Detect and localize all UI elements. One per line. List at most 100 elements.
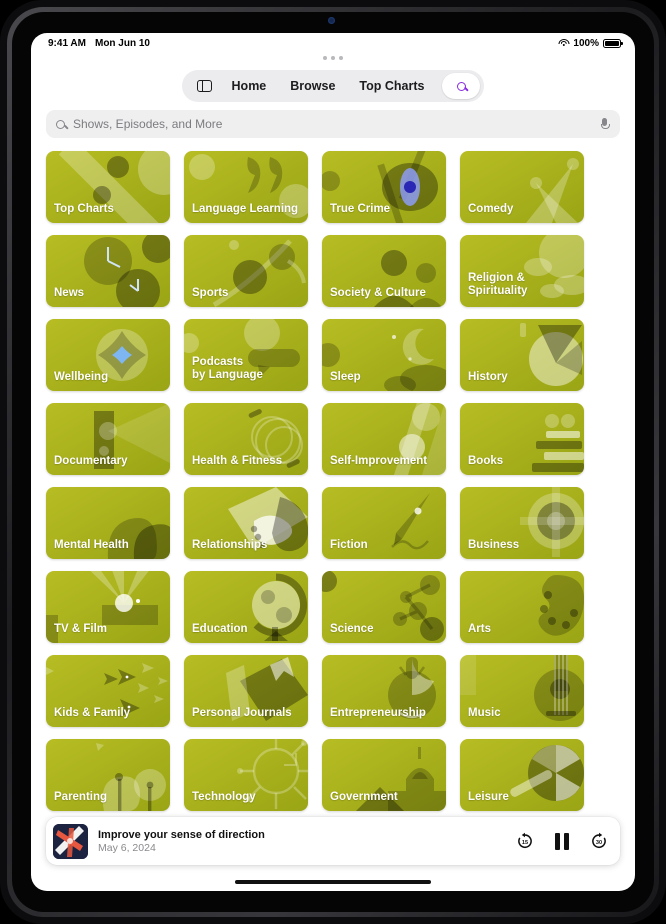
- navigation-bar-container: Home Browse Top Charts: [31, 53, 635, 106]
- front-camera-icon: [328, 17, 335, 24]
- category-tile-mental-health[interactable]: Mental Health: [46, 487, 170, 559]
- category-label: Mental Health: [54, 539, 129, 551]
- category-label: Science: [330, 623, 374, 635]
- category-label: TV & Film: [54, 623, 108, 635]
- episode-date: May 6, 2024: [98, 841, 156, 854]
- episode-artwork: [53, 823, 88, 859]
- category-tile-relationships[interactable]: Relationships: [184, 487, 308, 559]
- category-tile-business[interactable]: Business: [460, 487, 584, 559]
- category-label: Self-Improvement: [330, 455, 428, 467]
- skip-back-15-icon[interactable]: 15: [516, 832, 534, 850]
- category-label: Business: [468, 539, 520, 551]
- player-controls: 15 30: [516, 832, 608, 850]
- category-label: News: [54, 287, 85, 299]
- search-input[interactable]: Shows, Episodes, and More: [73, 117, 601, 131]
- category-label: True Crime: [330, 203, 391, 215]
- category-tile-fiction[interactable]: Fiction: [322, 487, 446, 559]
- category-label: Technology: [192, 791, 256, 803]
- tab-browse[interactable]: Browse: [278, 79, 347, 93]
- category-label: Parenting: [54, 791, 108, 803]
- category-label: Books: [468, 455, 504, 467]
- category-tile-kids-family[interactable]: Kids & Family: [46, 655, 170, 727]
- category-label: Health & Fitness: [192, 455, 283, 467]
- category-grid: Top Charts Language Learning True Crime Com…: [31, 138, 635, 811]
- category-label: Fiction: [330, 539, 368, 551]
- home-indicator[interactable]: [235, 879, 431, 884]
- category-label: Music: [468, 707, 501, 719]
- multitasking-control[interactable]: [323, 56, 343, 60]
- category-label: Sports: [192, 287, 229, 299]
- sidebar-toggle-button[interactable]: [190, 80, 220, 92]
- sidebar-toggle-icon: [197, 80, 213, 92]
- category-label: Documentary: [54, 455, 128, 467]
- category-label: Sleep: [330, 371, 361, 383]
- status-bar: 9:41 AM Mon Jun 10 100%: [31, 33, 635, 53]
- pause-button[interactable]: [555, 832, 569, 850]
- category-tile-society-culture[interactable]: Society & Culture: [322, 235, 446, 307]
- category-tile-news[interactable]: News: [46, 235, 170, 307]
- category-label: Leisure: [468, 791, 509, 803]
- mini-player[interactable]: Improve your sense of direction May 6, 2…: [46, 817, 620, 865]
- category-tile-self-improvement[interactable]: Self-Improvement: [322, 403, 446, 475]
- category-tile-religion-spirituality[interactable]: Religion & Spirituality: [460, 235, 584, 307]
- screen: 9:41 AM Mon Jun 10 100% Home Browse Top …: [31, 33, 635, 891]
- category-tile-language-learning[interactable]: Language Learning: [184, 151, 308, 223]
- category-tile-arts[interactable]: Arts: [460, 571, 584, 643]
- category-tile-documentary[interactable]: Documentary: [46, 403, 170, 475]
- navigation-bar: Home Browse Top Charts: [181, 70, 485, 102]
- search-icon: [56, 119, 65, 129]
- category-label: Arts: [468, 623, 492, 635]
- category-label: Relationships: [192, 539, 268, 551]
- category-tile-science[interactable]: Science: [322, 571, 446, 643]
- category-label: Religion & Spirituality: [468, 272, 528, 297]
- category-tile-true-crime[interactable]: True Crime: [322, 151, 446, 223]
- category-tile-health-fitness[interactable]: Health & Fitness: [184, 403, 308, 475]
- category-tile-top-charts[interactable]: Top Charts: [46, 151, 170, 223]
- category-tile-comedy[interactable]: Comedy: [460, 151, 584, 223]
- category-label: Podcasts by Language: [192, 356, 263, 381]
- svg-text:30: 30: [596, 840, 602, 846]
- category-tile-personal-journals[interactable]: Personal Journals: [184, 655, 308, 727]
- category-tile-sports[interactable]: Sports: [184, 235, 308, 307]
- tab-search[interactable]: [442, 73, 481, 99]
- category-label: Wellbeing: [54, 371, 109, 383]
- tab-home[interactable]: Home: [220, 79, 279, 93]
- tab-top-charts[interactable]: Top Charts: [347, 79, 436, 93]
- category-tile-parenting[interactable]: Parenting: [46, 739, 170, 811]
- category-tile-podcasts-by-language[interactable]: Podcasts by Language: [184, 319, 308, 391]
- category-tile-wellbeing[interactable]: Wellbeing: [46, 319, 170, 391]
- category-label: Entrepreneurship: [330, 707, 426, 719]
- category-label: Personal Journals: [192, 707, 292, 719]
- search-icon: [456, 81, 466, 91]
- status-date: Mon Jun 10: [94, 37, 150, 49]
- microphone-icon[interactable]: [601, 118, 610, 130]
- category-label: Kids & Family: [54, 707, 131, 719]
- category-label: Language Learning: [192, 203, 299, 215]
- category-label: Education: [192, 623, 248, 635]
- episode-info: Improve your sense of direction May 6, 2…: [98, 828, 516, 855]
- status-time: 9:41 AM: [48, 37, 86, 49]
- category-tile-entrepreneurship[interactable]: Entrepreneurship: [322, 655, 446, 727]
- battery-percent: 100%: [573, 37, 599, 49]
- search-field[interactable]: Shows, Episodes, and More: [46, 110, 620, 138]
- category-tile-government[interactable]: Government: [322, 739, 446, 811]
- category-label: Top Charts: [54, 203, 114, 215]
- svg-text:15: 15: [522, 840, 528, 846]
- category-label: Comedy: [468, 203, 514, 215]
- category-tile-technology[interactable]: Technology: [184, 739, 308, 811]
- category-tile-history[interactable]: History: [460, 319, 584, 391]
- episode-title: Improve your sense of direction: [98, 828, 265, 841]
- category-tile-tv-film[interactable]: TV & Film: [46, 571, 170, 643]
- battery-icon: [603, 38, 623, 48]
- category-tile-sleep[interactable]: Sleep: [322, 319, 446, 391]
- category-tile-music[interactable]: Music: [460, 655, 584, 727]
- wifi-icon: [558, 39, 570, 47]
- category-tile-leisure[interactable]: Leisure: [460, 739, 584, 811]
- ipad-device: 9:41 AM Mon Jun 10 100% Home Browse Top …: [0, 0, 666, 924]
- category-label: Society & Culture: [330, 287, 426, 299]
- category-tile-education[interactable]: Education: [184, 571, 308, 643]
- category-label: History: [468, 371, 508, 383]
- category-label: Government: [330, 791, 398, 803]
- skip-forward-30-icon[interactable]: 30: [590, 832, 608, 850]
- category-tile-books[interactable]: Books: [460, 403, 584, 475]
